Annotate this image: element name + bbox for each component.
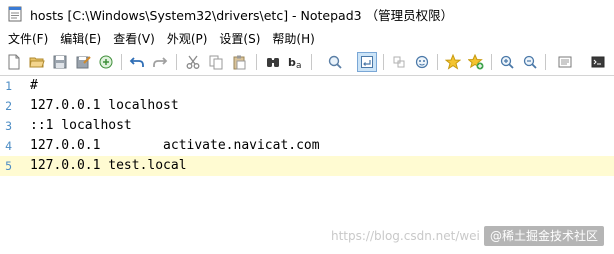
save-button[interactable] [50, 52, 70, 72]
menu-appearance[interactable]: 外观(P) [161, 28, 214, 50]
line-text[interactable]: # [30, 76, 38, 96]
copy-button[interactable] [206, 52, 226, 72]
toolbar-separator [176, 54, 177, 70]
line-number: 3 [5, 119, 12, 133]
brand-badge: @稀土掘金技术社区 [484, 226, 605, 246]
whitespace-icon [393, 56, 405, 68]
copy-icon [209, 55, 223, 70]
line-number: 5 [5, 159, 12, 173]
menu-view[interactable]: 查看(V) [107, 28, 161, 50]
favorites-icon [445, 54, 461, 70]
favorites-button[interactable] [443, 52, 463, 72]
zoom-out-icon [523, 55, 537, 69]
save-as-icon [76, 56, 91, 69]
browse-button[interactable] [96, 52, 116, 72]
save-icon [53, 55, 67, 69]
zoom-in-button[interactable] [497, 52, 517, 72]
add-favorite-icon [468, 54, 484, 70]
browse-icon [99, 55, 113, 69]
title-bar: hosts [C:\Windows\System32\drivers\etc] … [0, 0, 614, 28]
line-number: 4 [5, 139, 12, 153]
new-file-button[interactable] [4, 52, 24, 72]
line-text[interactable]: ::1 localhost [30, 116, 132, 136]
line-number: 2 [5, 99, 12, 113]
cut-icon [186, 55, 200, 69]
editor-line[interactable]: 3 ::1 localhost [0, 116, 614, 136]
line-text[interactable]: 127.0.0.1 test.local [30, 156, 187, 176]
settings-icon [591, 56, 605, 68]
save-as-button[interactable] [73, 52, 93, 72]
toolbar: b a [0, 50, 614, 76]
line-number: 1 [5, 79, 12, 93]
open-button[interactable] [27, 52, 47, 72]
toolbar-separator [383, 54, 384, 70]
menu-edit[interactable]: 编辑(E) [54, 28, 107, 50]
toolbar-separator [437, 54, 438, 70]
editor-line[interactable]: 1 # [0, 76, 614, 96]
whitespace-button[interactable] [389, 52, 409, 72]
find-icon [267, 58, 279, 67]
editor-line[interactable]: 2 127.0.0.1 localhost [0, 96, 614, 116]
settings-button[interactable] [588, 52, 608, 72]
undo-button[interactable] [127, 52, 147, 72]
cut-button[interactable] [183, 52, 203, 72]
watermark-text: https://blog.csdn.net/wei [331, 229, 480, 243]
goto-icon [328, 55, 342, 69]
menu-settings[interactable]: 设置(S) [213, 28, 266, 50]
paste-icon [233, 55, 246, 70]
word-wrap-icon [361, 56, 373, 68]
toolbar-separator [545, 54, 546, 70]
undo-icon [129, 57, 144, 67]
replace-icon: b a [288, 56, 302, 70]
scheme-icon [558, 56, 572, 68]
replace-button[interactable]: b a [286, 52, 306, 72]
svg-text:a: a [296, 61, 302, 70]
editor-line[interactable]: 4 127.0.0.1 activate.navicat.com [0, 136, 614, 156]
redo-button[interactable] [150, 52, 170, 72]
scheme-button[interactable] [555, 52, 575, 72]
paste-button[interactable] [229, 52, 249, 72]
svg-text:b: b [288, 56, 296, 69]
add-favorite-button[interactable] [466, 52, 486, 72]
new-file-icon [8, 54, 20, 70]
toolbar-separator [491, 54, 492, 70]
mark-occurrences-button[interactable] [412, 52, 432, 72]
toolbar-separator [256, 54, 257, 70]
line-text[interactable]: 127.0.0.1 localhost [30, 96, 179, 116]
mark-occurrences-icon [415, 55, 429, 69]
notepad3-window: hosts [C:\Windows\System32\drivers\etc] … [0, 0, 614, 254]
redo-icon [153, 57, 168, 67]
goto-button[interactable] [325, 52, 345, 72]
notepad-icon [8, 6, 22, 22]
menu-help[interactable]: 帮助(H) [266, 28, 320, 50]
editor-line-current[interactable]: 5 127.0.0.1 test.local [0, 156, 614, 176]
menu-bar: 文件(F) 编辑(E) 查看(V) 外观(P) 设置(S) 帮助(H) [0, 28, 614, 50]
zoom-out-button[interactable] [520, 52, 540, 72]
toolbar-separator [121, 54, 122, 70]
open-folder-icon [29, 57, 45, 68]
toolbar-separator [311, 54, 312, 70]
zoom-in-icon [500, 55, 514, 69]
word-wrap-button[interactable] [357, 52, 377, 72]
find-button[interactable] [263, 52, 283, 72]
window-title: hosts [C:\Windows\System32\drivers\etc] … [30, 8, 454, 23]
line-text[interactable]: 127.0.0.1 activate.navicat.com [30, 136, 320, 156]
menu-file[interactable]: 文件(F) [0, 28, 54, 50]
